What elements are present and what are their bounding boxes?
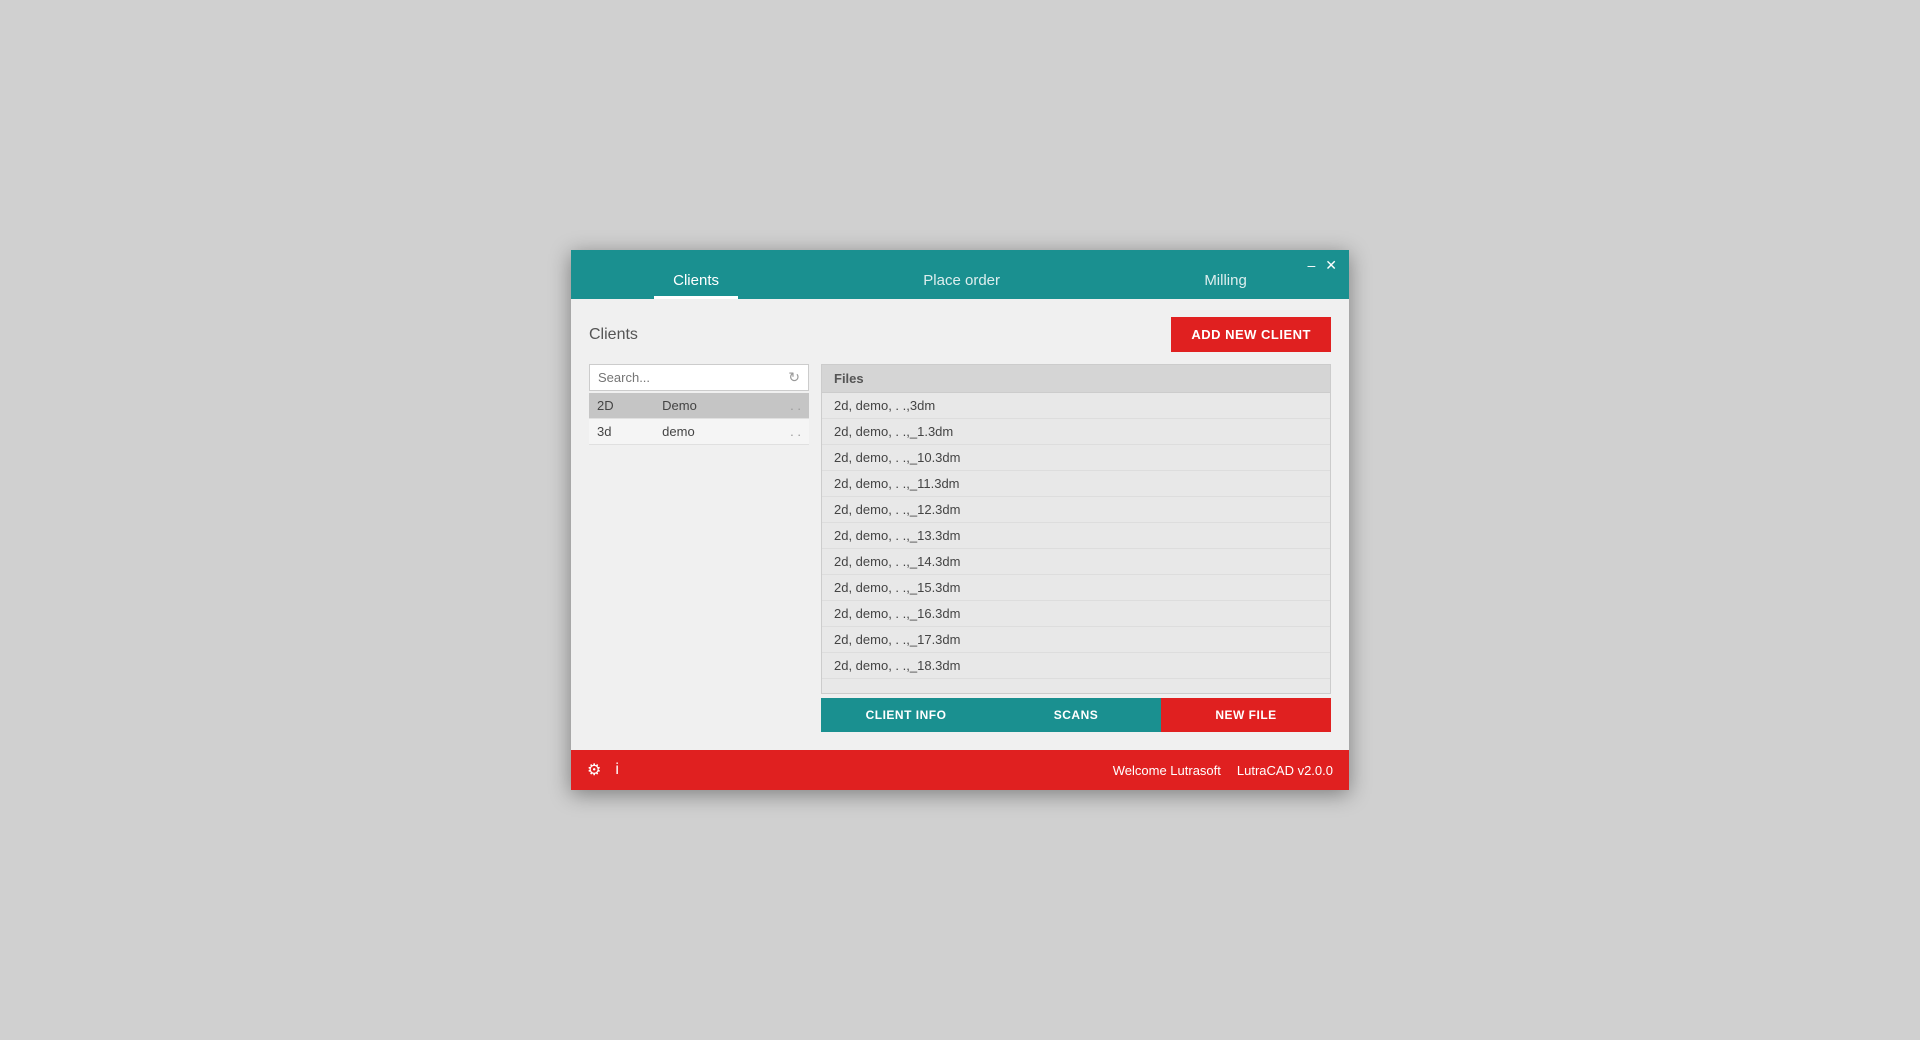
search-input[interactable] <box>598 370 788 385</box>
client-info-button[interactable]: CLIENT INFO <box>821 698 991 732</box>
list-item[interactable]: 2d, demo, . .,_16.3dm <box>822 601 1330 627</box>
left-panel: ↻ 2D Demo . . 3d demo . . <box>589 364 809 732</box>
info-icon[interactable]: i <box>615 761 619 779</box>
app-window: – ✕ Clients Place order Milling Clients … <box>571 250 1349 790</box>
list-item[interactable]: 2d, demo, . .,_12.3dm <box>822 497 1330 523</box>
footer-right: Welcome Lutrasoft LutraCAD v2.0.0 <box>1113 763 1333 778</box>
new-file-button[interactable]: NEW FILE <box>1161 698 1331 732</box>
list-item[interactable]: 2d, demo, . .,3dm <box>822 393 1330 419</box>
list-item[interactable]: 2d, demo, . .,_13.3dm <box>822 523 1330 549</box>
client-id: 2D <box>589 393 654 419</box>
section-title: Clients <box>589 326 638 344</box>
content-header: Clients ADD NEW CLIENT <box>589 317 1331 352</box>
version-text: LutraCAD v2.0.0 <box>1237 763 1333 778</box>
refresh-icon[interactable]: ↻ <box>788 369 800 386</box>
right-panel: Files 2d, demo, . .,3dm2d, demo, . .,_1.… <box>821 364 1331 732</box>
tab-milling[interactable]: Milling <box>1174 262 1277 299</box>
list-item[interactable]: 2d, demo, . .,_1.3dm <box>822 419 1330 445</box>
footer: ⚙ i Welcome Lutrasoft LutraCAD v2.0.0 <box>571 750 1349 790</box>
tab-clients[interactable]: Clients <box>643 262 749 299</box>
client-dots: . . <box>755 419 809 445</box>
main-content: Clients ADD NEW CLIENT ↻ 2D Demo . . <box>571 299 1349 750</box>
files-header: Files <box>822 365 1330 393</box>
files-list-container: Files 2d, demo, . .,3dm2d, demo, . .,_1.… <box>821 364 1331 694</box>
client-table: 2D Demo . . 3d demo . . <box>589 393 809 445</box>
file-action-buttons: CLIENT INFO SCANS NEW FILE <box>821 698 1331 732</box>
client-id: 3d <box>589 419 654 445</box>
gear-icon[interactable]: ⚙ <box>587 760 601 780</box>
content-body: ↻ 2D Demo . . 3d demo . . <box>589 364 1331 732</box>
table-row[interactable]: 2D Demo . . <box>589 393 809 419</box>
files-list[interactable]: 2d, demo, . .,3dm2d, demo, . .,_1.3dm2d,… <box>822 393 1330 693</box>
scans-button[interactable]: SCANS <box>991 698 1161 732</box>
welcome-text: Welcome Lutrasoft <box>1113 763 1221 778</box>
tab-place-order[interactable]: Place order <box>893 262 1030 299</box>
client-dots: . . <box>755 393 809 419</box>
client-name: Demo <box>654 393 755 419</box>
minimize-button[interactable]: – <box>1307 258 1315 272</box>
close-button[interactable]: ✕ <box>1325 258 1337 272</box>
list-item[interactable]: 2d, demo, . .,_14.3dm <box>822 549 1330 575</box>
list-item[interactable]: 2d, demo, . .,_17.3dm <box>822 627 1330 653</box>
list-item[interactable]: 2d, demo, . .,_11.3dm <box>822 471 1330 497</box>
add-new-client-button[interactable]: ADD NEW CLIENT <box>1171 317 1331 352</box>
nav-tabs: Clients Place order Milling <box>571 250 1349 299</box>
footer-icons: ⚙ i <box>587 760 619 780</box>
list-item[interactable]: 2d, demo, . .,_15.3dm <box>822 575 1330 601</box>
list-item[interactable]: 2d, demo, . .,_18.3dm <box>822 653 1330 679</box>
app-header: – ✕ Clients Place order Milling <box>571 250 1349 299</box>
list-item[interactable]: 2d, demo, . .,_10.3dm <box>822 445 1330 471</box>
client-name: demo <box>654 419 755 445</box>
table-row[interactable]: 3d demo . . <box>589 419 809 445</box>
window-controls: – ✕ <box>1307 258 1337 272</box>
search-bar: ↻ <box>589 364 809 391</box>
